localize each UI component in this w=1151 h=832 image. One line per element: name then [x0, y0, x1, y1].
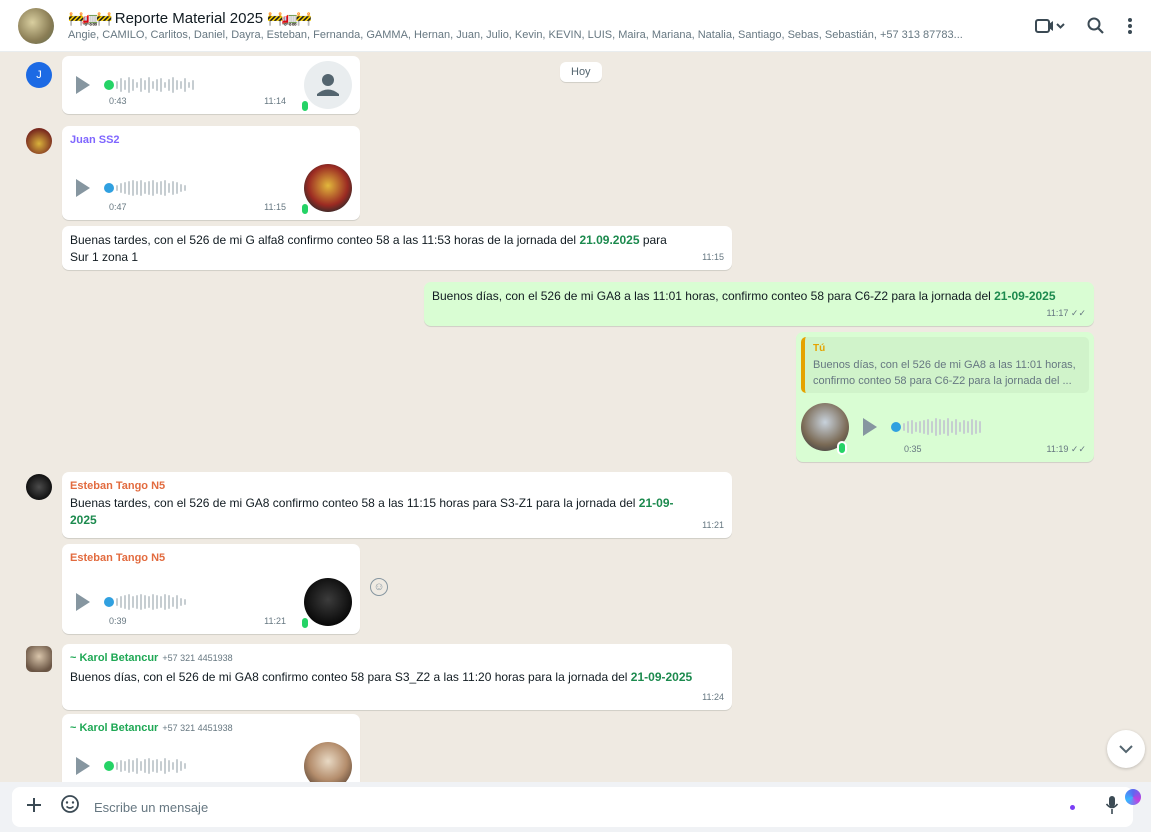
message-input[interactable] [94, 799, 1070, 815]
message-composer [0, 782, 1151, 832]
sender-avatar[interactable] [26, 474, 52, 500]
voice-sender-avatar [801, 403, 849, 455]
waveform[interactable] [104, 75, 290, 95]
play-icon[interactable] [76, 179, 90, 197]
sender-avatar[interactable] [26, 128, 52, 154]
quoted-message[interactable]: Tú Buenos días, con el 526 de mi GA8 a l… [801, 337, 1089, 393]
search-icon[interactable] [1087, 17, 1105, 35]
mic-icon [837, 441, 847, 455]
message-time: 11:15 [702, 252, 724, 262]
message-text: Buenos días, con el 526 de mi GA8 a las … [432, 289, 995, 303]
chat-area[interactable]: Hoy J 0:43 11:14 Juan SS2 0:47 11:15 Bue… [0, 52, 1151, 782]
voice-duration: 0:47 [109, 202, 127, 212]
message-date: 21.09.2025 [579, 233, 640, 247]
composer-box[interactable] [12, 787, 1133, 827]
message-time: 11:19 [1046, 444, 1069, 454]
text-message[interactable]: Esteban Tango N5 Buenas tardes, con el 5… [62, 472, 732, 538]
voice-message[interactable]: 0:43 11:14 [62, 56, 360, 114]
message-time: 11:24 [702, 692, 724, 702]
waveform[interactable] [104, 178, 290, 198]
text-message[interactable]: Buenas tardes, con el 526 de mi G alfa8 … [62, 226, 732, 270]
sender-name-row: ~ Karol Betancur +57 321 4451938 [70, 650, 724, 667]
video-call-icon[interactable] [1035, 17, 1065, 35]
menu-icon[interactable] [1127, 17, 1133, 35]
play-icon[interactable] [863, 418, 877, 436]
message-date: 21-09-2025 [630, 670, 693, 684]
group-name: Reporte Material 2025 [114, 10, 264, 27]
meta-ai-icon[interactable] [1125, 789, 1141, 805]
sender-name[interactable]: Esteban Tango N5 [70, 478, 692, 495]
message-time: 11:21 [264, 616, 286, 626]
sender-name[interactable]: Juan SS2 [70, 132, 352, 149]
message-time: 11:17 [1046, 308, 1069, 318]
outgoing-voice-reply[interactable]: Tú Buenos días, con el 526 de mi GA8 a l… [796, 332, 1094, 462]
sender-phone: +57 321 4451938 [162, 723, 233, 733]
mic-icon [300, 202, 310, 216]
message-text: Buenas tardes, con el 526 de mi GA8 conf… [70, 496, 639, 510]
play-icon[interactable] [76, 593, 90, 611]
outgoing-message[interactable]: Buenos días, con el 526 de mi GA8 a las … [424, 282, 1094, 326]
voice-duration: 0:35 [904, 444, 922, 454]
group-avatar[interactable] [18, 7, 54, 44]
voice-sender-avatar [300, 578, 352, 630]
message-time: 11:21 [702, 520, 724, 530]
double-check-icon: ✓✓ [1070, 444, 1086, 454]
chat-header[interactable]: 🚧🚛🚧 Reporte Material 2025 🚧🚛🚧 Angie, CAM… [0, 0, 1151, 52]
playback-dot[interactable] [104, 183, 114, 193]
mic-icon[interactable] [1105, 795, 1119, 820]
waveform[interactable] [104, 592, 290, 612]
waveform[interactable] [891, 417, 1075, 437]
quoted-text: Buenos días, con el 526 de mi GA8 a las … [813, 359, 1076, 387]
status-dot [1070, 804, 1075, 810]
sender-name[interactable]: ~ Karol Betancur [70, 722, 158, 734]
voice-message[interactable]: ~ Karol Betancur +57 321 4451938 [62, 714, 360, 782]
scroll-down-button[interactable] [1107, 730, 1145, 768]
text-message[interactable]: ~ Karol Betancur +57 321 4451938 Buenos d… [62, 644, 732, 710]
sender-avatar[interactable]: J [26, 62, 52, 88]
participants-list: Angie, CAMILO, Carlitos, Daniel, Dayra, … [68, 29, 963, 41]
playback-dot[interactable] [104, 80, 114, 90]
voice-duration: 0:43 [109, 96, 127, 106]
message-time-status: 11:19 ✓✓ [1047, 441, 1086, 458]
quoted-sender: Tú [813, 343, 826, 354]
message-text: Buenas tardes, con el 526 de mi G alfa8 … [70, 233, 580, 247]
date-chip: Hoy [560, 62, 602, 82]
title-emoji-left: 🚧🚛🚧 [68, 11, 113, 26]
playback-dot[interactable] [891, 422, 901, 432]
voice-sender-avatar [300, 61, 352, 113]
sender-avatar[interactable] [26, 646, 52, 672]
group-title: 🚧🚛🚧 Reporte Material 2025 🚧🚛🚧 [68, 10, 1015, 27]
header-info[interactable]: 🚧🚛🚧 Reporte Material 2025 🚧🚛🚧 Angie, CAM… [68, 10, 1015, 41]
playback-dot[interactable] [104, 597, 114, 607]
message-date: 21-09-2025 [994, 289, 1056, 303]
message-time: 11:14 [264, 96, 286, 106]
double-check-icon: ✓✓ [1070, 308, 1086, 318]
message-time: 11:15 [264, 202, 286, 212]
voice-message[interactable]: Juan SS2 0:47 11:15 [62, 126, 360, 220]
react-emoji-icon[interactable]: ☺ [370, 578, 388, 596]
sender-name[interactable]: Esteban Tango N5 [70, 550, 352, 567]
mic-icon [300, 616, 310, 630]
voice-message[interactable]: Esteban Tango N5 0:39 11:21 [62, 544, 360, 634]
message-text: Buenos días, con el 526 de mi GA8 confir… [70, 670, 631, 684]
sender-name[interactable]: ~ Karol Betancur [70, 652, 158, 664]
voice-sender-avatar [300, 164, 352, 216]
plus-icon[interactable] [26, 796, 42, 819]
play-icon[interactable] [76, 757, 90, 775]
waveform[interactable] [104, 756, 290, 776]
sticker-icon[interactable] [60, 794, 80, 820]
play-icon[interactable] [76, 76, 90, 94]
voice-duration: 0:39 [109, 616, 127, 626]
voice-sender-avatar [300, 742, 352, 782]
message-time-status: 11:17 ✓✓ [1047, 305, 1086, 322]
mic-icon [300, 99, 310, 113]
playback-dot[interactable] [104, 761, 114, 771]
sender-name-row: ~ Karol Betancur +57 321 4451938 [70, 720, 352, 737]
title-emoji-right: 🚧🚛🚧 [267, 11, 312, 26]
sender-phone: +57 321 4451938 [162, 653, 233, 663]
chevron-down-icon [1119, 745, 1133, 754]
